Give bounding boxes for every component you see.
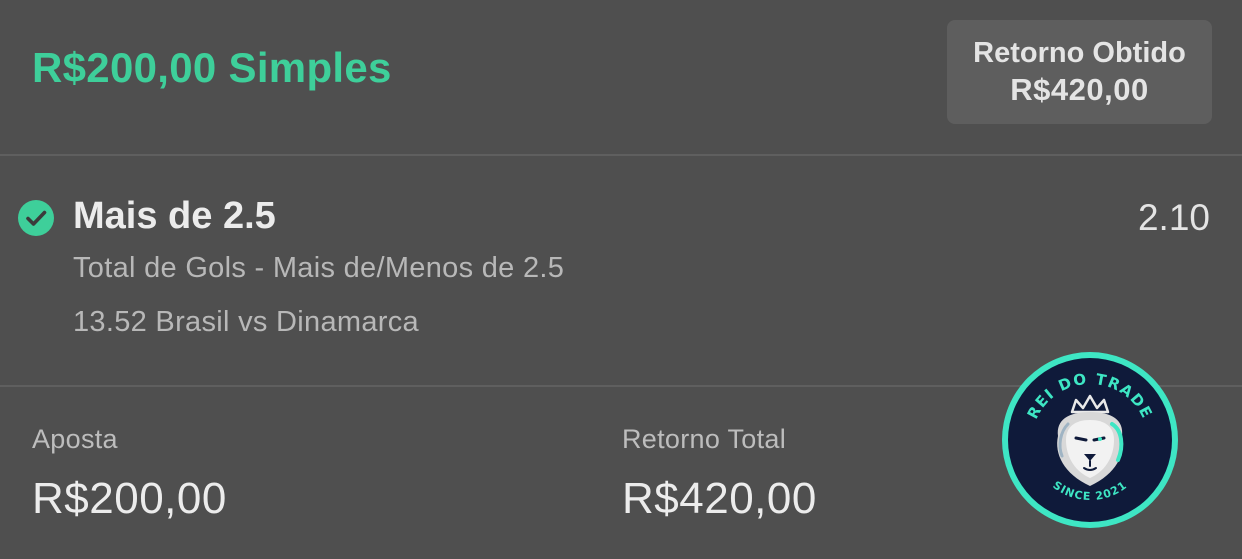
return-obtained-label: Retorno Obtido bbox=[973, 37, 1186, 69]
stake-title: R$200,00 Simples bbox=[32, 44, 392, 91]
stake-value: R$200,00 bbox=[32, 474, 227, 523]
selection-event: 13.52 Brasil vs Dinamarca bbox=[73, 306, 419, 338]
bet-header: R$200,00 Simples Retorno Obtido R$420,00 bbox=[0, 0, 1242, 155]
rei-do-trade-logo: REI DO TRADE SINCE 2021 bbox=[1000, 350, 1180, 530]
selection-name: Mais de 2.5 bbox=[73, 195, 276, 237]
divider-top bbox=[0, 154, 1242, 156]
selection-market: Total de Gols - Mais de/Menos de 2.5 bbox=[73, 252, 565, 284]
stake-label: Aposta bbox=[32, 424, 118, 454]
total-return-label: Retorno Total bbox=[622, 424, 787, 454]
check-circle-icon bbox=[18, 200, 54, 236]
selection-odds: 2.10 bbox=[1137, 197, 1210, 238]
return-obtained-box: Retorno Obtido R$420,00 bbox=[947, 20, 1212, 124]
total-return-value: R$420,00 bbox=[622, 474, 817, 523]
return-obtained-value: R$420,00 bbox=[1010, 72, 1149, 107]
